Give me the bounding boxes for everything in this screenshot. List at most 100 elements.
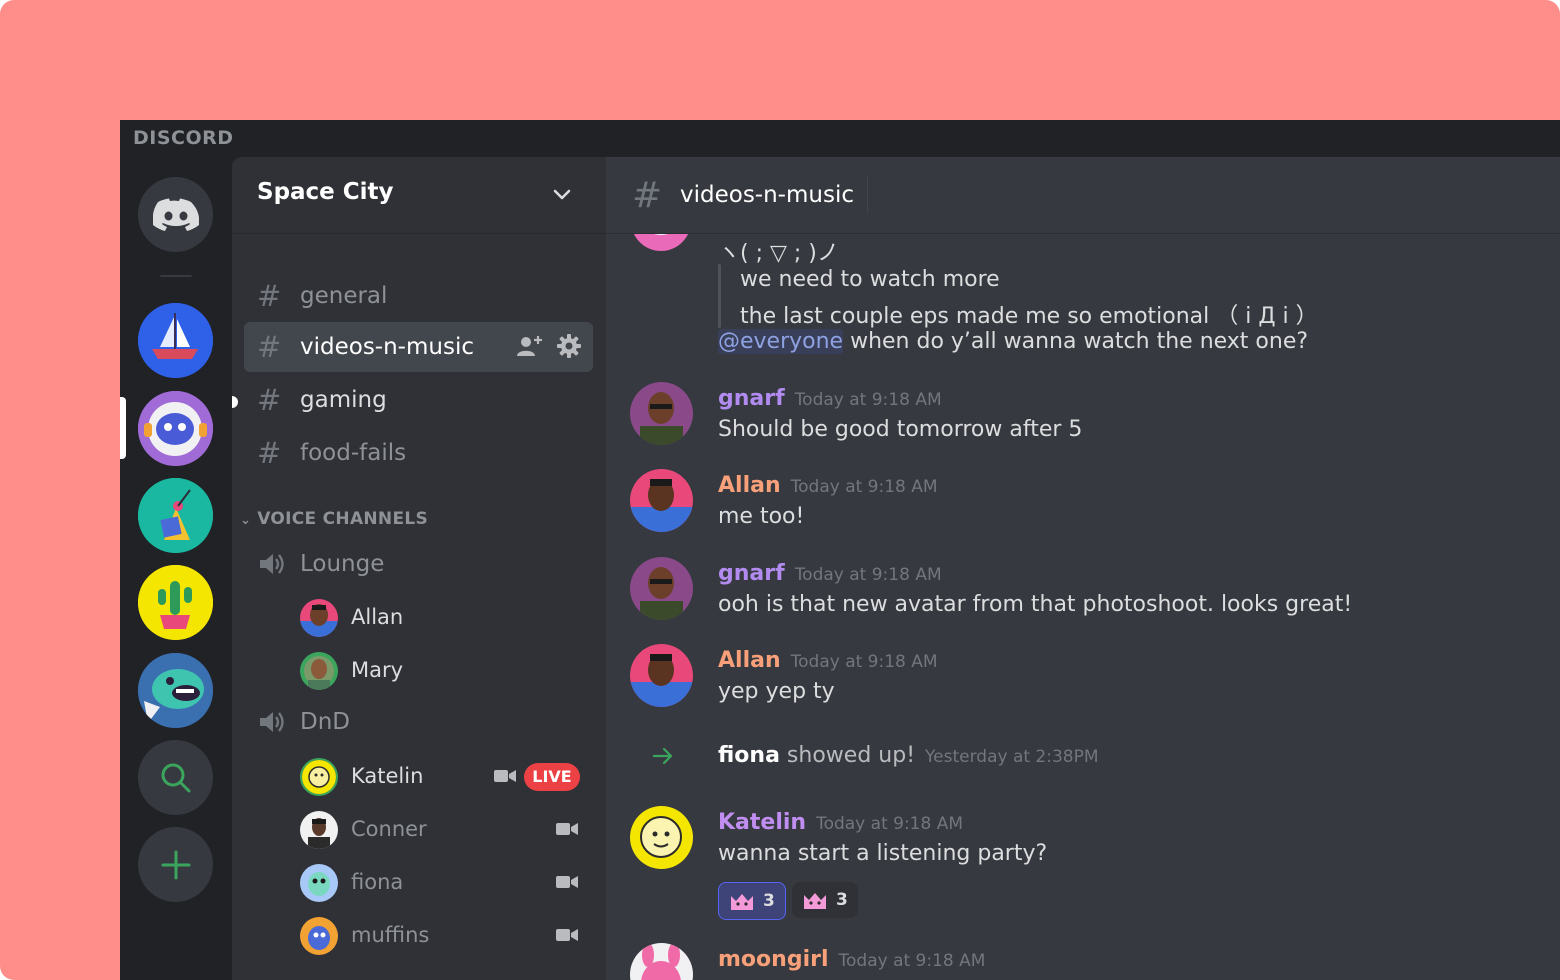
- reaction-count: 3: [836, 890, 848, 910]
- avatar: [300, 811, 338, 849]
- channel-food-fails[interactable]: # food-fails: [244, 428, 593, 478]
- astronaut-server[interactable]: [138, 391, 213, 466]
- avatar: [300, 864, 338, 902]
- hash-icon: #: [257, 330, 282, 364]
- message-header: gnarf Today at 9:18 AM: [718, 561, 942, 586]
- voice-channel-label: Lounge: [300, 551, 385, 577]
- video-camera-icon: [556, 823, 578, 835]
- channel-general[interactable]: # general: [244, 271, 593, 321]
- speaker-icon: [260, 554, 284, 574]
- video-camera-icon: [556, 876, 578, 888]
- voice-user-name: muffins: [351, 923, 430, 947]
- channel-label: gaming: [300, 387, 387, 413]
- channel-label: videos-n-music: [300, 334, 474, 360]
- avatar[interactable]: [630, 557, 693, 620]
- reaction-button[interactable]: 3: [792, 882, 858, 918]
- hash-icon: #: [257, 383, 282, 417]
- arrow-right-icon: [652, 747, 673, 765]
- channel-gaming[interactable]: # gaming: [244, 375, 593, 425]
- avatar[interactable]: [630, 469, 693, 532]
- gear-icon[interactable]: [557, 334, 581, 358]
- message-text: ヽ( ; ▽ ; )ノ: [718, 241, 839, 266]
- voice-user-name: Mary: [351, 658, 404, 682]
- author-name[interactable]: Allan: [718, 648, 781, 673]
- add-server-button[interactable]: [138, 827, 213, 902]
- voice-user[interactable]: Mary: [300, 650, 590, 692]
- message-text: wanna start a listening party?: [718, 841, 1048, 866]
- message-text: yep yep ty: [718, 679, 835, 704]
- cat-emoji-icon: [804, 893, 826, 909]
- timestamp: Today at 9:18 AM: [790, 652, 938, 672]
- selected-server-indicator: [120, 397, 126, 459]
- avatar: [300, 652, 338, 690]
- author-name[interactable]: moongirl: [718, 947, 829, 972]
- join-user-name[interactable]: fiona: [718, 743, 780, 768]
- cactus-server[interactable]: [138, 565, 213, 640]
- channel-title: videos-n-music: [680, 182, 854, 208]
- voice-user-name: Conner: [351, 817, 427, 841]
- voice-channel-dnd[interactable]: DnD: [258, 709, 350, 735]
- message-header: Allan Today at 9:18 AM: [718, 648, 938, 673]
- voice-user-name: Allan: [351, 605, 404, 629]
- author-name[interactable]: gnarf: [718, 386, 785, 411]
- voice-channel-lounge[interactable]: Lounge: [258, 551, 384, 577]
- server-header[interactable]: Space City: [232, 157, 606, 234]
- avatar: [300, 917, 338, 955]
- message-header: gnarf Today at 9:18 AM: [718, 386, 942, 411]
- voice-user[interactable]: Katelin LIVE: [300, 756, 590, 798]
- monster-icon: [138, 653, 213, 728]
- channel-label: general: [300, 283, 388, 309]
- triangle-server[interactable]: [138, 478, 213, 553]
- message-text: Should be good tomorrow after 5: [718, 417, 1083, 442]
- avatar[interactable]: [630, 382, 693, 445]
- avatar[interactable]: [630, 644, 693, 707]
- speaker-icon: [260, 712, 284, 732]
- add-member-icon[interactable]: [517, 334, 543, 358]
- title-bar: DISCORD: [120, 120, 1560, 157]
- voice-user-name: Katelin: [351, 764, 424, 788]
- everyone-mention[interactable]: @everyone: [718, 329, 844, 354]
- sailboat-server[interactable]: [138, 303, 213, 378]
- avatar[interactable]: [630, 943, 693, 980]
- server-rail: [120, 157, 232, 980]
- header-divider: [867, 175, 868, 213]
- avatar[interactable]: [630, 806, 693, 869]
- rail-separator: [160, 275, 192, 277]
- voice-user[interactable]: muffins: [300, 915, 590, 957]
- channel-sidebar: Space City # general # videos-n-music # …: [232, 157, 606, 980]
- cactus-icon: [138, 565, 213, 640]
- voice-channel-label: DnD: [300, 709, 350, 735]
- author-name[interactable]: Katelin: [718, 810, 806, 835]
- reaction-button[interactable]: 3: [718, 882, 786, 920]
- voice-category[interactable]: ⌄ VOICE CHANNELS: [240, 509, 428, 529]
- category-label: VOICE CHANNELS: [257, 509, 429, 529]
- chevron-down-icon[interactable]: [550, 183, 574, 207]
- message-text: @everyone when do y’all wanna watch the …: [718, 329, 1308, 354]
- voice-user-name: fiona: [351, 870, 404, 894]
- monster-server[interactable]: [138, 653, 213, 728]
- voice-user[interactable]: Allan: [300, 597, 590, 639]
- system-message: fiona showed up! Yesterday at 2:38PM: [718, 743, 1099, 768]
- message-text-rest: when do y’all wanna watch the next one?: [843, 329, 1309, 354]
- explore-button[interactable]: [138, 740, 213, 815]
- reaction-count: 3: [763, 891, 775, 911]
- sailboat-icon: [138, 303, 213, 378]
- avatar: [300, 599, 338, 637]
- message-text: ooh is that new avatar from that photosh…: [718, 592, 1353, 617]
- voice-user[interactable]: Conner: [300, 809, 590, 851]
- video-camera-icon: [494, 770, 516, 782]
- channel-videos-n-music[interactable]: # videos-n-music: [244, 322, 593, 372]
- author-name[interactable]: Allan: [718, 473, 781, 498]
- channel-label: food-fails: [300, 440, 407, 466]
- message-header: moongirl Today at 9:18 AM: [718, 947, 985, 972]
- unread-indicator: [232, 396, 238, 408]
- blockquote-bar: [718, 264, 721, 328]
- triangle-art-icon: [138, 478, 213, 553]
- timestamp: Today at 9:18 AM: [794, 565, 942, 585]
- author-name[interactable]: gnarf: [718, 561, 785, 586]
- discord-logo-icon: [152, 198, 199, 231]
- voice-user[interactable]: fiona: [300, 862, 590, 904]
- home-button[interactable]: [138, 177, 213, 252]
- chat-header: # videos-n-music: [606, 157, 1560, 234]
- plus-icon: [161, 850, 190, 879]
